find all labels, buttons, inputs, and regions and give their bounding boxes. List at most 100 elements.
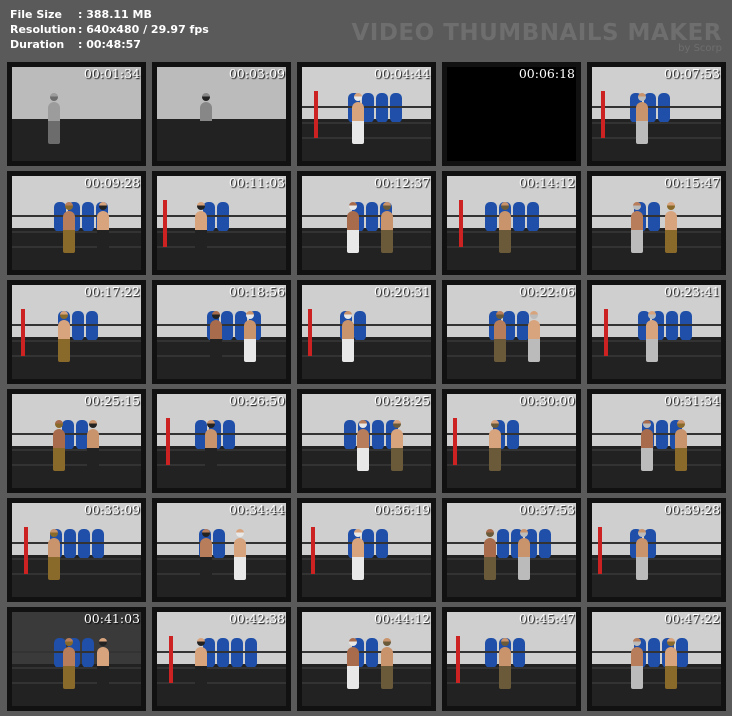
thumbnail-image [302, 503, 431, 597]
thumbnail-timestamp: 00:30:00 [518, 393, 575, 408]
thumbnail-image [302, 176, 431, 270]
thumbnail-image [592, 612, 721, 706]
file-size-value: : 388.11 MB [78, 8, 152, 21]
thumbnail-frame[interactable]: 00:17:22 [7, 280, 146, 384]
thumbnail-frame[interactable]: 00:25:15 [7, 389, 146, 493]
thumbnail-timestamp: 00:03:09 [228, 66, 285, 81]
thumbnail-frame[interactable]: 00:31:34 [587, 389, 726, 493]
thumbnail-image [12, 503, 141, 597]
thumbnail-image [592, 285, 721, 379]
thumbnail-image [302, 394, 431, 488]
thumbnail-frame[interactable]: 00:03:09 [152, 62, 291, 166]
thumbnail-image [447, 176, 576, 270]
thumbnail-timestamp: 00:22:06 [518, 284, 575, 299]
thumbnail-frame[interactable]: 00:33:09 [7, 498, 146, 602]
thumbnail-image [447, 67, 576, 161]
thumbnail-timestamp: 00:33:09 [83, 502, 140, 517]
thumbnail-image [592, 503, 721, 597]
thumbnail-image [157, 394, 286, 488]
thumbnail-timestamp: 00:04:44 [373, 66, 430, 81]
thumbnail-image [592, 67, 721, 161]
thumbnail-frame[interactable]: 00:34:44 [152, 498, 291, 602]
thumbnail-timestamp: 00:07:53 [663, 66, 720, 81]
thumbnail-image [447, 503, 576, 597]
thumbnail-image [157, 176, 286, 270]
thumbnail-image [157, 612, 286, 706]
thumbnail-frame[interactable]: 00:36:19 [297, 498, 436, 602]
thumbnail-timestamp: 00:41:03 [83, 611, 140, 626]
thumbnail-image [12, 612, 141, 706]
thumbnail-frame[interactable]: 00:30:00 [442, 389, 581, 493]
thumbnail-frame[interactable]: 00:20:31 [297, 280, 436, 384]
thumbnail-timestamp: 00:31:34 [663, 393, 720, 408]
thumbnail-image [447, 394, 576, 488]
thumbnail-timestamp: 00:14:12 [518, 175, 575, 190]
thumbnail-timestamp: 00:15:47 [663, 175, 720, 190]
thumbnail-frame[interactable]: 00:42:38 [152, 607, 291, 711]
file-info: File Size : 388.11 MB Resolution : 640x4… [10, 7, 209, 52]
thumbnail-timestamp: 00:36:19 [373, 502, 430, 517]
thumbnail-image [592, 394, 721, 488]
thumbnail-image [12, 394, 141, 488]
thumbnail-timestamp: 00:23:41 [663, 284, 720, 299]
thumbnail-image [12, 285, 141, 379]
thumbnail-timestamp: 00:34:44 [228, 502, 285, 517]
thumbnail-frame[interactable]: 00:01:34 [7, 62, 146, 166]
thumbnail-frame[interactable]: 00:15:47 [587, 171, 726, 275]
thumbnail-frame[interactable]: 00:07:53 [587, 62, 726, 166]
thumbnail-frame[interactable]: 00:45:47 [442, 607, 581, 711]
thumbnail-image [447, 285, 576, 379]
thumbnail-image [447, 612, 576, 706]
thumbnail-frame[interactable]: 00:28:25 [297, 389, 436, 493]
thumbnail-frame[interactable]: 00:12:37 [297, 171, 436, 275]
resolution-label: Resolution [10, 23, 77, 36]
thumbnail-image [302, 612, 431, 706]
thumbnail-timestamp: 00:37:53 [518, 502, 575, 517]
thumbnail-timestamp: 00:39:28 [663, 502, 720, 517]
duration-value: : 00:48:57 [78, 38, 141, 51]
thumbnail-frame[interactable]: 00:26:50 [152, 389, 291, 493]
thumbnail-timestamp: 00:11:03 [228, 175, 285, 190]
thumbnail-timestamp: 00:18:56 [228, 284, 285, 299]
thumbnail-image [12, 176, 141, 270]
thumbnail-image [302, 67, 431, 161]
thumbnail-frame[interactable]: 00:39:28 [587, 498, 726, 602]
thumbnail-frame[interactable]: 00:47:22 [587, 607, 726, 711]
brand-title: VIDEO THUMBNAILS MAKER [351, 20, 722, 46]
thumbnail-frame[interactable]: 00:09:28 [7, 171, 146, 275]
thumbnail-timestamp: 00:06:18 [518, 66, 575, 81]
duration-row: Duration : 00:48:57 [10, 37, 209, 52]
thumbnail-image [157, 503, 286, 597]
thumbnail-timestamp: 00:25:15 [83, 393, 140, 408]
resolution-value: : 640x480 / 29.97 fps [78, 23, 209, 36]
thumbnail-frame[interactable]: 00:23:41 [587, 280, 726, 384]
duration-label: Duration [10, 38, 65, 51]
thumbnail-timestamp: 00:01:34 [83, 66, 140, 81]
thumbnail-frame[interactable]: 00:04:44 [297, 62, 436, 166]
thumbnail-timestamp: 00:20:31 [373, 284, 430, 299]
thumbnail-timestamp: 00:17:22 [83, 284, 140, 299]
thumbnail-timestamp: 00:47:22 [663, 611, 720, 626]
thumbnail-frame[interactable]: 00:14:12 [442, 171, 581, 275]
thumbnail-grid: 00:01:34 00:03:09 00:04:44 00:06:18 00:07:53… [7, 62, 726, 711]
thumbnail-frame[interactable]: 00:18:56 [152, 280, 291, 384]
thumbnail-timestamp: 00:44:12 [373, 611, 430, 626]
thumbnail-timestamp: 00:12:37 [373, 175, 430, 190]
thumbnail-image [592, 176, 721, 270]
thumbnail-image [157, 285, 286, 379]
thumbnail-image [157, 67, 286, 161]
thumbnail-image [12, 67, 141, 161]
file-size-row: File Size : 388.11 MB [10, 7, 209, 22]
thumbnail-frame[interactable]: 00:22:06 [442, 280, 581, 384]
thumbnail-frame[interactable]: 00:41:03 [7, 607, 146, 711]
thumbnail-timestamp: 00:28:25 [373, 393, 430, 408]
file-size-label: File Size [10, 8, 62, 21]
resolution-row: Resolution : 640x480 / 29.97 fps [10, 22, 209, 37]
thumbnail-timestamp: 00:42:38 [228, 611, 285, 626]
thumbnail-frame[interactable]: 00:37:53 [442, 498, 581, 602]
thumbnail-timestamp: 00:26:50 [228, 393, 285, 408]
thumbnail-frame[interactable]: 00:11:03 [152, 171, 291, 275]
thumbnail-frame[interactable]: 00:44:12 [297, 607, 436, 711]
thumbnail-frame[interactable]: 00:06:18 [442, 62, 581, 166]
thumbnail-timestamp: 00:09:28 [83, 175, 140, 190]
